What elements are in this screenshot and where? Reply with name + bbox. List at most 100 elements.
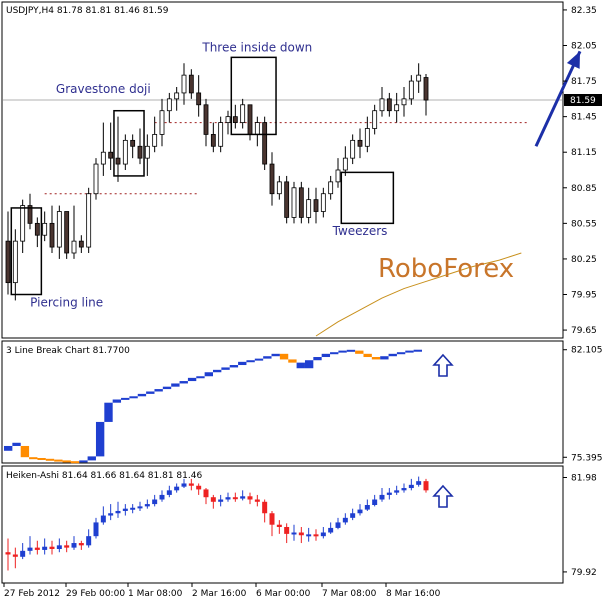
candle-body (64, 211, 70, 254)
ha-body (27, 547, 33, 551)
y-tick-label: 80.25 (571, 255, 597, 265)
ha-body (328, 527, 334, 533)
ha-body (350, 513, 356, 518)
ha-body (174, 486, 180, 491)
brick (238, 361, 247, 366)
y-tick-label: 82.105 (571, 346, 603, 356)
brick (221, 367, 230, 370)
linebreak-title: 3 Line Break Chart 81.7700 (6, 346, 130, 356)
x-tick-label: 2 Mar 16:00 (192, 589, 247, 599)
brick (154, 389, 163, 392)
ha-body (42, 546, 48, 550)
ha-body (49, 546, 55, 549)
brick (95, 421, 105, 457)
ha-body (284, 527, 290, 534)
brick (405, 350, 414, 353)
candle-body (254, 122, 260, 135)
candle-body (232, 116, 238, 123)
brick (171, 383, 180, 387)
ha-body (372, 499, 378, 505)
ha-body (108, 513, 114, 516)
candle-body (320, 193, 326, 212)
brick (146, 391, 155, 394)
candle-body (20, 205, 26, 242)
candle-body (313, 199, 319, 212)
chart-svg[interactable]: Gravestone doji Three inside down Piercing… (0, 0, 607, 601)
current-price-label: 81.59 (570, 96, 596, 106)
brick (263, 356, 272, 359)
brick (271, 353, 280, 357)
candle-body (122, 139, 128, 165)
brick (187, 377, 197, 382)
candle-body (100, 151, 106, 165)
ha-body (78, 543, 84, 546)
candle-body (203, 104, 209, 135)
candle-body (379, 98, 385, 112)
x-tick-label: 29 Feb 00:00 (66, 589, 125, 599)
candle-body (210, 134, 216, 147)
heikenashi-pane (1, 465, 564, 584)
ha-body (181, 483, 187, 487)
ha-body (144, 504, 150, 507)
candle-body (357, 139, 363, 147)
brick (313, 357, 322, 361)
candle-body (350, 139, 356, 159)
ha-body (203, 489, 209, 498)
brick (104, 402, 113, 422)
y-tick-label: 79.92 (571, 568, 597, 578)
y-tick-label: 81.75 (571, 77, 597, 87)
x-tick-label: 6 Mar 00:00 (256, 589, 311, 599)
brick (12, 442, 21, 446)
candle-body (196, 92, 202, 106)
brick (87, 456, 96, 461)
ha-body (188, 483, 194, 486)
ha-body (137, 506, 143, 509)
heikenashi-y-axis: 81.98 79.92 (563, 474, 597, 578)
candle-body (416, 74, 422, 82)
y-tick-label: 82.05 (571, 42, 597, 52)
brick (129, 396, 138, 399)
brick (54, 459, 63, 462)
brick (338, 350, 347, 353)
candle-body (262, 122, 268, 165)
brick (304, 360, 314, 369)
candle-body (86, 193, 92, 248)
brick (380, 356, 389, 360)
ha-body (5, 552, 11, 555)
brick (79, 460, 88, 463)
candle-body (364, 128, 370, 147)
ha-body (379, 494, 385, 500)
ha-body (159, 494, 165, 500)
brick (37, 457, 46, 460)
brick (355, 350, 364, 354)
x-tick-label: 27 Feb 2012 (4, 589, 60, 599)
candle-body (188, 74, 194, 94)
y-tick-label: 82.35 (571, 6, 597, 16)
ha-body (240, 496, 246, 499)
brick (62, 460, 71, 463)
ha-body (247, 496, 253, 500)
chart-window: Gravestone doji Three inside down Piercing… (0, 0, 607, 601)
candle-body (394, 104, 400, 112)
ha-body (386, 492, 392, 495)
linebreak-y-axis: 82.105 75.395 (563, 346, 603, 463)
ha-body (423, 481, 429, 491)
brick (179, 381, 188, 384)
annotation-label: Piercing line (30, 295, 103, 309)
candle-body (144, 145, 150, 159)
ha-body (394, 490, 400, 493)
brick (413, 349, 422, 352)
ha-body (56, 545, 62, 549)
candle-body (276, 181, 282, 195)
candle-body (423, 77, 429, 101)
candle-body (130, 139, 136, 147)
ha-body (306, 534, 312, 537)
ha-body (276, 524, 282, 527)
ha-body (357, 509, 363, 514)
candle-body (93, 163, 99, 195)
ha-body (269, 513, 275, 525)
candle-body (49, 222, 55, 248)
ha-body (408, 484, 414, 489)
candle-body (401, 98, 407, 106)
candle-body (306, 199, 312, 218)
